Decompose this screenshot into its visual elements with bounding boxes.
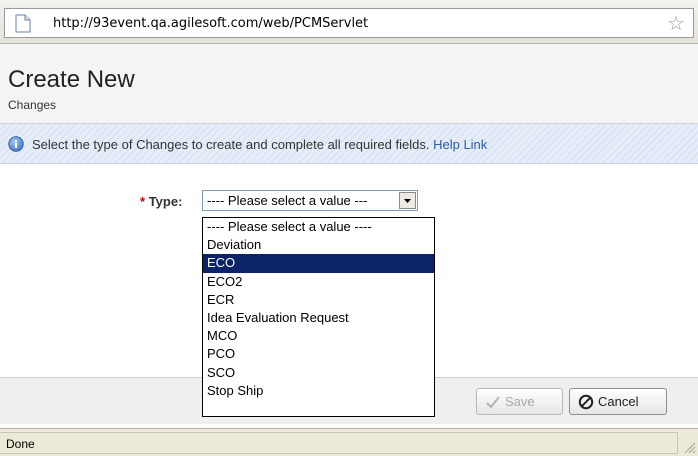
type-label: * Type: [140, 194, 182, 209]
type-select-value: ---- Please select a value --- [207, 193, 368, 208]
type-label-text: Type: [148, 194, 183, 209]
cancel-button[interactable]: Cancel [569, 388, 667, 415]
info-icon [8, 136, 24, 152]
dropdown-option-highlighted[interactable]: ECO [203, 254, 434, 273]
dropdown-option[interactable]: MCO [203, 327, 434, 345]
page-icon [15, 14, 31, 33]
dropdown-option[interactable]: SCO [203, 364, 434, 382]
checkmark-icon [486, 396, 500, 409]
dropdown-option[interactable]: Stop Ship [203, 382, 434, 400]
page-title: Create New [8, 66, 135, 93]
type-select[interactable]: ---- Please select a value --- [202, 190, 418, 211]
dropdown-option[interactable]: Deviation [203, 236, 434, 254]
page-subtitle: Changes [8, 98, 57, 112]
dropdown-option[interactable]: PCO [203, 345, 434, 363]
star-icon[interactable]: ☆ [667, 11, 685, 35]
page-header: Create New Changes [0, 44, 698, 124]
save-button[interactable]: Save [476, 388, 563, 415]
dropdown-option[interactable]: ---- Please select a value ---- [203, 218, 434, 236]
dropdown-option[interactable]: ECR [203, 291, 434, 309]
cancel-icon [578, 394, 594, 410]
status-bar: Done [0, 428, 698, 456]
required-marker: * [140, 194, 146, 209]
help-link[interactable]: Help Link [433, 137, 487, 152]
status-panel: Done [0, 432, 678, 454]
type-dropdown-list[interactable]: ---- Please select a value ---- Deviatio… [202, 217, 435, 417]
chevron-down-icon[interactable] [399, 192, 416, 209]
url-field[interactable]: http://93event.qa.agilesoft.com/web/PCMS… [4, 8, 694, 38]
info-text: Select the type of Changes to create and… [32, 137, 430, 152]
cancel-button-label: Cancel [598, 394, 639, 409]
status-text: Done [6, 437, 35, 451]
resize-grip-icon[interactable] [682, 440, 696, 454]
address-bar: http://93event.qa.agilesoft.com/web/PCMS… [0, 0, 698, 44]
info-message: Select the type of Changes to create and… [32, 137, 487, 152]
dropdown-option[interactable]: ECO2 [203, 273, 434, 291]
save-button-label: Save [505, 394, 535, 409]
url-text: http://93event.qa.agilesoft.com/web/PCMS… [53, 16, 369, 31]
info-banner: Select the type of Changes to create and… [0, 124, 698, 164]
dropdown-option[interactable]: Idea Evaluation Request [203, 309, 434, 327]
